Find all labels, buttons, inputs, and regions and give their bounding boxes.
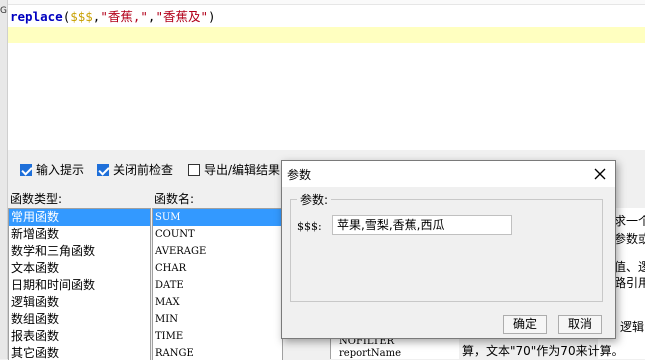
check-before-close-option[interactable]: 关闭前检查 <box>97 161 173 179</box>
function-name-item[interactable]: DATE <box>153 277 282 294</box>
function-type-item[interactable]: 新增函数 <box>9 226 150 243</box>
function-types-list[interactable]: 常用函数 新增函数 数学和三角函数 文本函数 日期和时间函数 逻辑函数 数组函数… <box>8 208 151 360</box>
function-type-item[interactable]: 文本函数 <box>9 260 150 277</box>
function-name-item[interactable]: AVERAGE <box>153 243 282 260</box>
formula-line[interactable]: replace($$$,"香蕉,","香蕉及") <box>10 8 216 26</box>
check-before-close-label: 关闭前检查 <box>113 163 174 177</box>
function-name-item[interactable]: RANGE <box>153 345 282 360</box>
description-footer-text: 算，文本"70"作为70来计算。 <box>462 344 624 358</box>
function-type-item[interactable]: 数学和三角函数 <box>9 243 150 260</box>
input-hint-option[interactable]: 输入提示 <box>20 161 84 179</box>
function-type-item[interactable]: 常用函数 <box>9 209 150 226</box>
function-names-list[interactable]: SUM COUNT AVERAGE CHAR DATE MAX MIN TIME… <box>152 208 283 360</box>
window-edge: G <box>0 0 8 359</box>
parameter-dialog: 参数 参数: $$$: 苹果,雪梨,香蕉,西瓜 确定 取消 <box>281 160 616 339</box>
parameter-name: $$$: <box>297 220 322 233</box>
description-text: 值、逻 <box>614 260 645 274</box>
editor-top-border <box>8 0 645 5</box>
close-button[interactable] <box>589 164 611 184</box>
paren-close-token: ) <box>208 9 216 24</box>
formula-editor[interactable]: replace($$$,"香蕉,","香蕉及") <box>8 0 645 150</box>
window-edge-glyph: G <box>0 6 7 16</box>
input-hint-label: 输入提示 <box>36 163 85 177</box>
function-name-item[interactable]: MAX <box>153 294 282 311</box>
ok-button[interactable]: 确定 <box>503 315 547 334</box>
dialog-title: 参数 <box>287 168 312 182</box>
export-import-option[interactable]: 导出/编辑结果 <box>188 161 280 179</box>
string-token-find: "香蕉," <box>100 9 148 24</box>
export-import-label: 导出/编辑结果 <box>204 163 281 177</box>
function-name-item[interactable]: CHAR <box>153 260 282 277</box>
function-type-item[interactable]: 其它函数 <box>9 345 150 360</box>
parameter-value-field[interactable]: 苹果,雪梨,香蕉,西瓜 <box>332 215 512 235</box>
description-text: 参数或 <box>614 232 645 246</box>
parameter-list-item: reportName <box>339 348 402 359</box>
description-text: 路引用 <box>614 276 645 290</box>
export-import-checkbox[interactable] <box>188 164 200 176</box>
function-types-label: 函数类型: <box>10 192 63 206</box>
check-before-close-checkbox[interactable] <box>97 164 109 176</box>
function-name-item[interactable]: COUNT <box>153 226 282 243</box>
function-token: replace <box>10 9 63 24</box>
function-type-item[interactable]: 报表函数 <box>9 328 150 345</box>
current-line-highlight[interactable] <box>8 27 645 43</box>
cancel-button[interactable]: 取消 <box>558 315 602 334</box>
function-name-item[interactable]: TIME <box>153 328 282 345</box>
function-type-item[interactable]: 逻辑函数 <box>9 294 150 311</box>
description-text: 逻辑 <box>620 320 645 334</box>
function-type-item[interactable]: 数组函数 <box>9 311 150 328</box>
string-token-replace: "香蕉及" <box>155 9 208 24</box>
function-name-item[interactable]: SUM <box>153 209 282 226</box>
parameter-list-panel: NOFILTER reportName <box>330 336 459 359</box>
parameter-group-label: 参数: <box>297 191 332 208</box>
function-name-item[interactable]: MIN <box>153 311 282 328</box>
close-icon <box>594 168 606 180</box>
function-names-label: 函数名: <box>154 192 195 206</box>
parameter-group: 参数: $$$: 苹果,雪梨,香蕉,西瓜 <box>290 191 603 302</box>
description-text: 求一个 <box>614 214 645 228</box>
variable-token: $$$ <box>70 9 93 24</box>
input-hint-checkbox[interactable] <box>20 164 32 176</box>
dialog-title-bar: 参数 <box>282 161 615 187</box>
function-type-item[interactable]: 日期和时间函数 <box>9 277 150 294</box>
